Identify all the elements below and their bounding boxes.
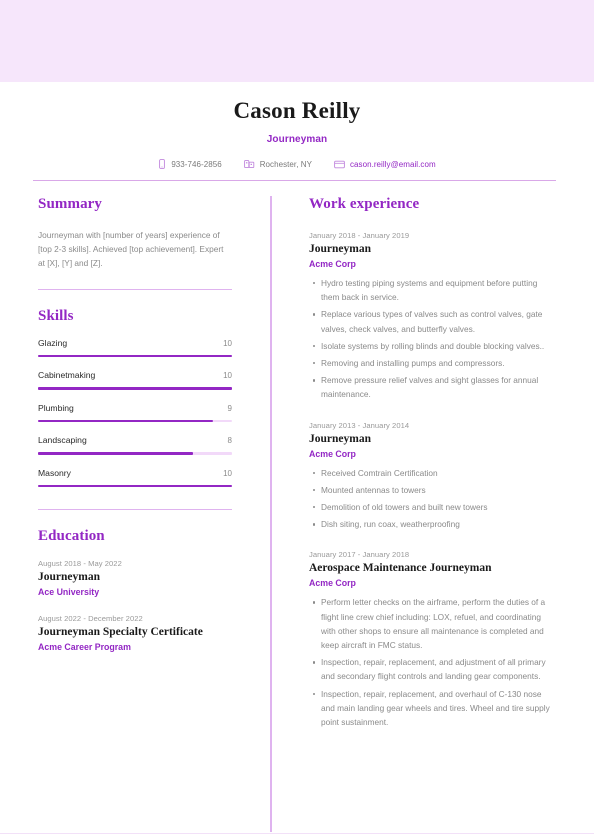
skill-value: 8 (227, 436, 232, 446)
skill-progress-track (38, 419, 232, 423)
page-title: Cason Reilly (233, 98, 361, 123)
work-entry-org: Acme Corp (309, 259, 356, 269)
email-envelope-icon (334, 160, 345, 169)
skill-progress-track (38, 484, 232, 487)
education-entry-title: Journeyman Specialty Certificate (38, 626, 203, 639)
list-item: Inspection, repair, replacement, and ove… (313, 687, 556, 730)
list-item: Dish siting, run coax, weatherproofing (313, 517, 556, 531)
header-divider (33, 180, 556, 181)
skill-progress-fill (38, 452, 194, 455)
skill-item: Masonry 10 (38, 468, 232, 487)
page-bottom-divider (0, 833, 594, 834)
right-column: Work experience January 2018 - January 2… (309, 196, 556, 732)
education-entry-date: August 2022 - December 2022 (38, 614, 143, 624)
list-item: Isolate systems by rolling blinds and do… (313, 339, 556, 353)
list-item: Inspection, repair, replacement, and adj… (313, 655, 556, 683)
skills-section: Skills Glazing 10 Cabinetmaking 10 Plumb… (38, 308, 232, 511)
list-item: Remove pressure relief valves and sight … (313, 373, 556, 401)
list-item: Mounted antennas to towers (313, 483, 556, 497)
work-entry-title: Journeyman (309, 243, 371, 255)
contact-location[interactable]: Rochester, NY (243, 159, 312, 169)
work-entry-title: Aerospace Maintenance Journeyman (309, 562, 492, 575)
skill-value: 10 (223, 468, 232, 478)
skill-name: Cabinetmaking (38, 370, 96, 381)
work-entry-date: January 2018 - January 2019 (309, 231, 410, 240)
skill-name: Plumbing (38, 402, 74, 413)
resume-header: Cason Reilly Journeyman 933-746-2856 Roc… (0, 82, 594, 169)
contact-email[interactable]: cason.reilly@email.com (334, 160, 436, 169)
summary-text: Journeyman with [number of years] experi… (38, 230, 224, 269)
list-item: Replace various types of valves such as … (313, 307, 556, 335)
work-entry-title: Journeyman (309, 432, 371, 445)
column-divider (270, 196, 272, 832)
education-entry: August 2018 - May 2022 Journeyman Ace Un… (38, 559, 232, 597)
work-entry-date: January 2017 - January 2018 (309, 550, 410, 560)
skill-progress-fill (38, 484, 232, 487)
list-item: Received Comtrain Certification (313, 466, 556, 480)
work-entry-bullets: Perform letter checks on the airframe, p… (309, 595, 556, 729)
skill-progress-fill (38, 387, 232, 390)
skill-item: Glazing 10 (38, 338, 232, 358)
summary-section: Summary Journeyman with [number of years… (38, 196, 232, 290)
contact-email-value: cason.reilly@email.com (349, 159, 436, 169)
education-entry-org: Ace University (38, 587, 100, 598)
skill-value: 10 (223, 339, 232, 348)
work-entry-date: January 2013 - January 2014 (309, 420, 410, 430)
skill-progress-fill (38, 355, 232, 358)
education-entry: August 2022 - December 2022 Journeyman S… (38, 614, 232, 652)
work-entry: January 2017 - January 2018 Aerospace Ma… (309, 550, 556, 729)
skill-progress-track (38, 387, 232, 390)
skill-item: Cabinetmaking 10 (38, 370, 232, 390)
skill-name: Glazing (38, 338, 68, 348)
summary-divider (38, 288, 232, 290)
work-entry-org: Acme Corp (309, 448, 356, 459)
list-item: Hydro testing piping systems and equipme… (313, 276, 556, 304)
work-entry: January 2013 - January 2014 Journeyman A… (309, 421, 556, 532)
summary-heading: Summary (38, 196, 103, 212)
education-entry-org: Acme Career Program (38, 642, 131, 653)
phone-icon (158, 159, 166, 169)
work-entry-org: Acme Corp (309, 578, 356, 589)
work-experience-heading: Work experience (309, 196, 420, 212)
education-entry-date: August 2018 - May 2022 (38, 559, 122, 569)
job-title: Journeyman (266, 134, 328, 145)
work-entry-bullets: Received Comtrain Certification Mounted … (309, 466, 556, 532)
education-entry-title: Journeyman (38, 571, 100, 584)
education-section: Education August 2018 - May 2022 Journey… (38, 528, 232, 652)
skill-progress-fill (38, 419, 213, 423)
skill-progress-track (38, 355, 232, 358)
list-item: Perform letter checks on the airframe, p… (313, 595, 556, 652)
contact-row: 933-746-2856 Rochester, NY cason.reilly@… (0, 159, 594, 169)
top-banner (0, 0, 594, 82)
skill-progress-track (38, 452, 232, 455)
work-entry-bullets: Hydro testing piping systems and equipme… (309, 276, 556, 402)
skill-item: Landscaping 8 (38, 435, 232, 455)
left-column: Summary Journeyman with [number of years… (38, 196, 232, 652)
skill-item: Plumbing 9 (38, 402, 232, 423)
location-building-icon (243, 159, 255, 169)
skills-divider (38, 508, 232, 511)
contact-phone[interactable]: 933-746-2856 (158, 159, 222, 169)
work-entry: January 2018 - January 2019 Journeyman A… (309, 231, 556, 402)
resume-page: Cason Reilly Journeyman 933-746-2856 Roc… (0, 0, 594, 838)
skill-value: 9 (227, 403, 232, 413)
skill-name: Masonry (38, 467, 71, 478)
contact-location-value: Rochester, NY (259, 159, 312, 169)
list-item: Removing and installing pumps and compre… (313, 356, 556, 370)
skill-name: Landscaping (38, 435, 87, 446)
skill-value: 10 (223, 371, 232, 381)
contact-phone-value: 933-746-2856 (171, 159, 222, 169)
list-item: Demolition of old towers and built new t… (313, 500, 556, 514)
education-heading: Education (38, 528, 105, 545)
skills-heading: Skills (38, 308, 74, 324)
